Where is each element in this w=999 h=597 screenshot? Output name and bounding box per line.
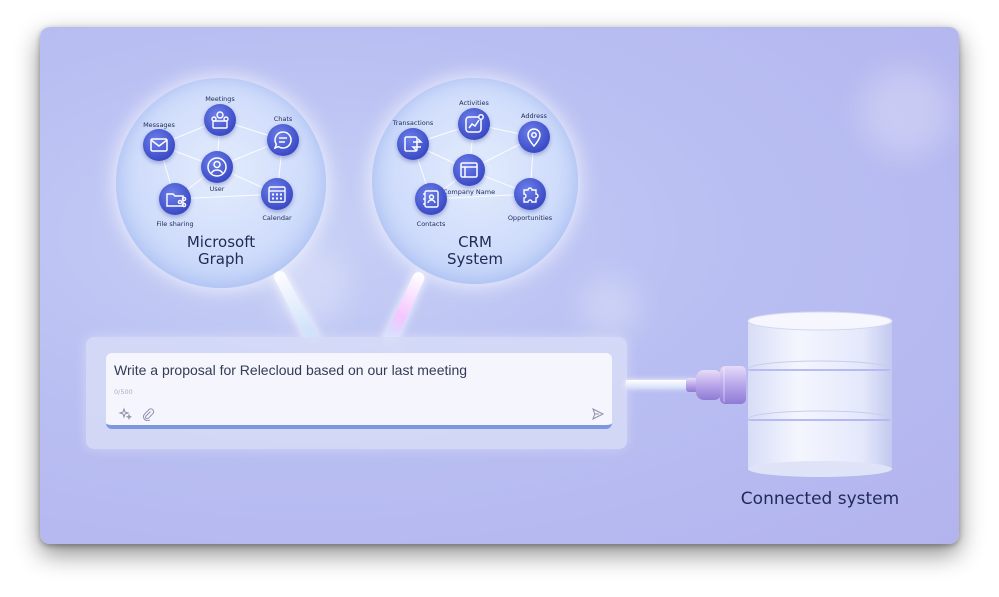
node-label-activities: Activities: [459, 99, 489, 107]
mail-icon[interactable]: [143, 129, 175, 161]
chat-bubble-icon[interactable]: [267, 124, 299, 156]
meeting-people-icon[interactable]: [204, 104, 236, 136]
node-label-file-sharing: File sharing: [156, 220, 194, 228]
character-count: 0/500: [114, 388, 133, 396]
folder-share-icon[interactable]: [159, 183, 191, 215]
microsoft-graph-bubble: Meetings Messages Chats User File sharin…: [116, 78, 326, 288]
puzzle-icon[interactable]: [514, 178, 546, 210]
sparkle-icon[interactable]: [118, 406, 133, 420]
node-label-meetings: Meetings: [205, 95, 235, 103]
background-glow: [580, 277, 640, 337]
prompt-text[interactable]: Write a proposal for Relecloud based on …: [114, 362, 467, 378]
node-label-user: User: [209, 185, 225, 193]
crm-title-line2: System: [447, 250, 503, 268]
node-label-calendar: Calendar: [262, 214, 292, 222]
company-window-icon[interactable]: [453, 154, 485, 186]
database-cylinder-icon: [747, 311, 893, 477]
node-label-contacts: Contacts: [416, 220, 446, 228]
transactions-icon[interactable]: [397, 128, 429, 160]
crm-system-bubble: Activities Transactions Address Company …: [372, 78, 578, 284]
location-pin-icon[interactable]: [518, 121, 550, 153]
background-glow: [860, 67, 950, 157]
calendar-icon[interactable]: [261, 178, 293, 210]
node-label-company-name: Company Name: [442, 188, 496, 196]
node-label-messages: Messages: [143, 121, 175, 129]
graph-title-line1: Microsoft: [186, 233, 256, 251]
node-label-address: Address: [521, 112, 547, 120]
user-icon[interactable]: [201, 151, 233, 183]
crm-title-line1: CRM: [458, 233, 492, 251]
plug-connector-icon: [686, 366, 746, 404]
node-label-chats: Chats: [273, 115, 293, 123]
activity-chart-icon[interactable]: [458, 108, 490, 140]
prompt-input[interactable]: Write a proposal for Relecloud based on …: [106, 353, 612, 429]
connected-system-label: Connected system: [740, 489, 900, 509]
paperclip-icon[interactable]: [141, 406, 155, 422]
presentation-slide: Meetings Messages Chats User File sharin…: [40, 27, 959, 544]
graph-title-line2: Graph: [197, 250, 244, 268]
node-label-transactions: Transactions: [392, 119, 434, 127]
contacts-book-icon[interactable]: [415, 183, 447, 215]
send-icon[interactable]: [591, 406, 605, 421]
node-label-opportunities: Opportunities: [507, 214, 553, 222]
chat-panel: Write a proposal for Relecloud based on …: [86, 337, 627, 449]
